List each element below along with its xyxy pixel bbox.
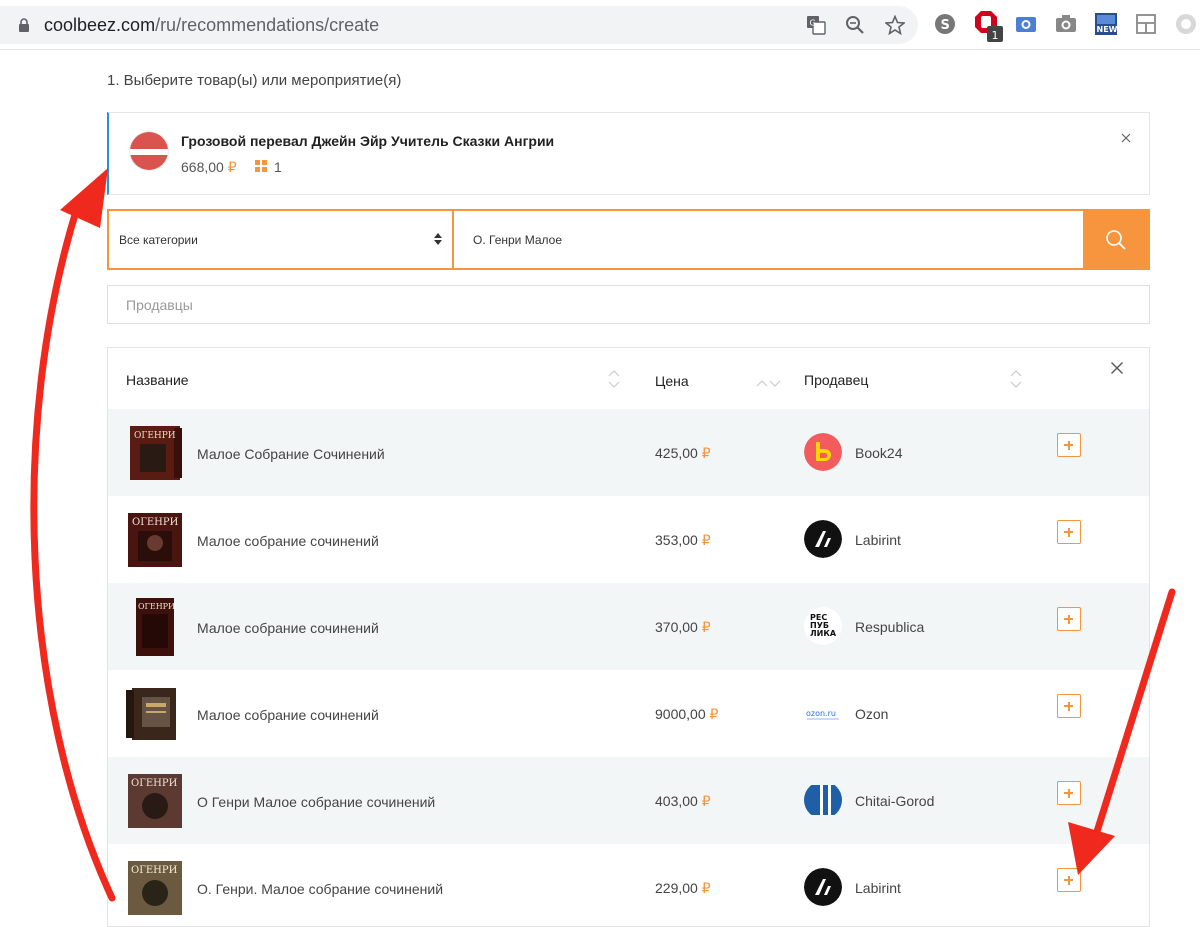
sellers-filter-input[interactable]: Продавцы [107,285,1150,324]
page-content: 1. Выберите товар(ы) или мероприятие(я) … [0,50,1200,927]
add-product-button[interactable] [1057,607,1081,631]
search-input[interactable]: О. Генри Малое [473,233,562,247]
column-header-seller[interactable]: Продавец [804,372,868,388]
quantity-grid-icon [255,160,267,172]
seller-name: Chitai-Gorod [855,793,935,809]
book24-logo [804,433,842,471]
product-name: О Генри Малое собрание сочинений [197,794,436,810]
selected-item-card: Грозовой перевал Джейн Эйр Учитель Сказк… [107,112,1150,195]
bookmark-star-icon[interactable] [885,15,905,35]
seller-name: Ozon [855,706,889,722]
product-price: 425,00 ₽ [655,445,711,461]
product-name: Малое собрание сочинений [197,533,379,549]
svg-text:ОГЕНРИ: ОГЕНРИ [132,517,179,528]
book-cover-thumbnail: ОГЕНРИ [128,513,182,567]
table-header: Название Цена Продавец [108,348,1149,409]
category-select[interactable]: Все категории [109,211,454,268]
translate-icon[interactable]: G [806,15,826,35]
extension-badge: 1 [992,29,999,42]
product-price: 403,00 ₽ [655,793,711,809]
labirint-logo [804,868,842,906]
camera-icon[interactable] [1055,13,1077,35]
table-row[interactable]: ОГЕНРИ О. Генри. Малое собрание сочинени… [108,844,1149,926]
table-row[interactable]: Малое собрание сочинений 9000,00 ₽ ozon.… [108,670,1149,757]
seller-name: Respublica [855,619,925,635]
product-name: Малое собрание сочинений [197,707,379,723]
table-row[interactable]: ОГЕНРИ Малое собрание сочинений 370,00 ₽… [108,583,1149,670]
chitai-gorod-logo [804,785,842,815]
labirint-logo [804,520,842,558]
select-arrows-icon [434,233,442,245]
category-select-value: Все категории [119,233,198,247]
table-row[interactable]: ОГЕНРИ Малое собрание сочинений 353,00 ₽… [108,496,1149,583]
browser-toolbar: coolbeez.com/ru/recommendations/create G… [0,0,1200,50]
adblock-icon[interactable]: 1 [975,10,1005,42]
svg-text:S: S [941,18,950,33]
svg-text:ОГЕНРИ: ОГЕНРИ [138,602,175,611]
selected-item-quantity: 1 [274,159,282,175]
book-cover-thumbnail: ОГЕНРИ [130,426,182,480]
product-price: 229,00 ₽ [655,880,711,896]
seller-name: Book24 [855,445,903,461]
respublica-logo: РЕС ПУБ ЛИКА [804,607,842,645]
product-name: О. Генри. Малое собрание сочинений [197,881,444,897]
url-host: coolbeez.com [44,15,156,35]
table-row[interactable]: ОГЕНРИ О Генри Малое собрание сочинений … [108,757,1149,844]
add-product-button[interactable] [1057,433,1081,457]
selected-item-title: Грозовой перевал Джейн Эйр Учитель Сказк… [181,133,555,149]
sort-chevrons-icon[interactable] [608,370,620,388]
svg-text:ЛИКА: ЛИКА [810,629,837,638]
search-icon [1106,230,1126,250]
search-bar: Все категории О. Генри Малое [107,209,1150,270]
book-cover-thumbnail: ОГЕНРИ [136,598,175,656]
table-row[interactable]: ОГЕНРИ Малое Собрание Сочинений 425,00 ₽… [108,409,1149,496]
remove-selected-close-icon[interactable] [1121,133,1131,143]
add-product-button[interactable] [1057,694,1081,718]
seller-name: Labirint [855,880,901,896]
close-results-icon[interactable] [1111,362,1123,374]
book-cover-thumbnail: ОГЕНРИ [128,861,182,915]
product-name: Малое собрание сочинений [197,620,379,636]
add-product-button[interactable] [1057,520,1081,544]
seller-name: Labirint [855,532,901,548]
url-text: coolbeez.com/ru/recommendations/create [44,15,379,36]
search-button[interactable] [1083,209,1150,270]
column-header-price[interactable]: Цена [655,373,689,389]
url-path: /ru/recommendations/create [155,15,380,35]
product-price: 370,00 ₽ [655,619,711,635]
svg-text:ozon.ru: ozon.ru [806,709,836,718]
svg-text:ОГЕНРИ: ОГЕНРИ [131,778,178,789]
svg-text:G: G [810,19,816,28]
svg-text:NEW: NEW [1097,25,1118,34]
book-cover-thumbnail [126,688,176,740]
address-bar[interactable]: coolbeez.com/ru/recommendations/create G [0,6,918,44]
svg-text:ОГЕНРИ: ОГЕНРИ [131,865,178,876]
ozon-logo: ozon.ru [804,694,842,732]
product-price: 9000,00 ₽ [655,706,719,722]
column-header-name[interactable]: Название [126,372,189,388]
add-product-button[interactable] [1057,781,1081,805]
sellers-placeholder: Продавцы [126,297,193,313]
skype-icon[interactable]: S [934,13,956,35]
results-table: Название Цена Продавец ОГЕНРИ Малое Собр… [107,347,1150,927]
news-extension-icon[interactable]: NEW [1095,13,1117,35]
seller-sort-chevrons-icon[interactable] [1010,370,1022,388]
book-cover-thumbnail: ОГЕНРИ [128,774,182,828]
profile-avatar-icon[interactable] [1175,13,1197,35]
lock-icon [19,18,29,32]
price-sort-chevrons-icon[interactable] [756,374,782,392]
add-product-button[interactable] [1057,868,1081,892]
product-name: Малое Собрание Сочинений [197,446,385,462]
screenshot-camera-icon[interactable] [1015,13,1037,35]
selected-item-thumbnail [129,131,169,171]
step-title: 1. Выберите товар(ы) или мероприятие(я) [107,72,402,89]
zoom-icon[interactable] [845,15,865,35]
selected-item-price: 668,00 ₽ [181,159,237,175]
layout-icon[interactable] [1135,13,1157,35]
svg-text:ОГЕНРИ: ОГЕНРИ [134,431,176,441]
product-price: 353,00 ₽ [655,532,711,548]
